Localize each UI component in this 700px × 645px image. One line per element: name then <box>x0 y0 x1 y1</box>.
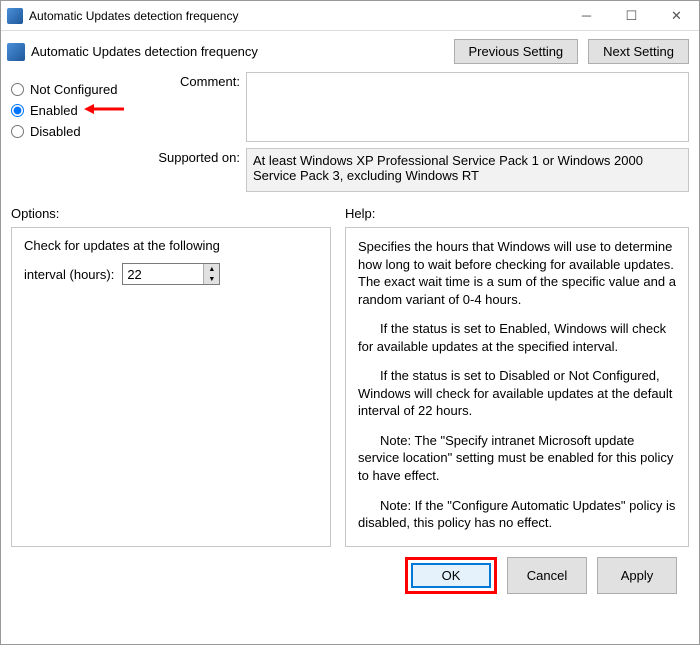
close-button[interactable]: ✕ <box>654 1 699 31</box>
ok-highlight: OK <box>405 557 497 594</box>
interval-label: interval (hours): <box>24 267 114 282</box>
interval-input[interactable] <box>123 264 203 284</box>
options-panel: Check for updates at the following inter… <box>11 227 331 547</box>
spinner-up-icon[interactable]: ▲ <box>204 264 219 274</box>
window-title: Automatic Updates detection frequency <box>29 9 564 23</box>
cancel-button[interactable]: Cancel <box>507 557 587 594</box>
check-updates-label: Check for updates at the following <box>24 238 318 253</box>
radio-not-configured-label: Not Configured <box>30 82 117 97</box>
minimize-button[interactable]: ─ <box>564 1 609 31</box>
dialog-window: Automatic Updates detection frequency ─ … <box>0 0 700 645</box>
radio-disabled-label: Disabled <box>30 124 81 139</box>
titlebar: Automatic Updates detection frequency ─ … <box>1 1 699 31</box>
supported-on-label: Supported on: <box>156 148 246 192</box>
supported-on-value: At least Windows XP Professional Service… <box>246 148 689 192</box>
radio-enabled-input[interactable] <box>11 104 24 117</box>
options-label: Options: <box>11 206 331 221</box>
app-icon <box>7 8 23 24</box>
interval-spinner[interactable]: ▲ ▼ <box>122 263 220 285</box>
apply-button[interactable]: Apply <box>597 557 677 594</box>
help-label: Help: <box>345 206 689 221</box>
previous-setting-button[interactable]: Previous Setting <box>454 39 579 64</box>
help-p2: If the status is set to Enabled, Windows… <box>358 320 676 355</box>
radio-enabled[interactable]: Enabled <box>11 103 156 118</box>
policy-title: Automatic Updates detection frequency <box>31 44 454 59</box>
help-p5: Note: If the "Configure Automatic Update… <box>358 497 676 532</box>
maximize-button[interactable]: ☐ <box>609 1 654 31</box>
arrow-icon <box>84 103 124 118</box>
radio-enabled-label: Enabled <box>30 103 78 118</box>
radio-disabled-input[interactable] <box>11 125 24 138</box>
help-panel: Specifies the hours that Windows will us… <box>345 227 689 547</box>
help-p4: Note: The "Specify intranet Microsoft up… <box>358 432 676 485</box>
ok-button[interactable]: OK <box>411 563 491 588</box>
state-radio-group: Not Configured Enabled Disabled <box>11 72 156 198</box>
radio-disabled[interactable]: Disabled <box>11 124 156 139</box>
comment-label: Comment: <box>156 72 246 142</box>
help-p1: Specifies the hours that Windows will us… <box>358 238 676 308</box>
radio-not-configured[interactable]: Not Configured <box>11 82 156 97</box>
spinner-down-icon[interactable]: ▼ <box>204 274 219 284</box>
next-setting-button[interactable]: Next Setting <box>588 39 689 64</box>
comment-textarea[interactable] <box>246 72 689 142</box>
help-p3: If the status is set to Disabled or Not … <box>358 367 676 420</box>
footer: OK Cancel Apply <box>11 547 689 604</box>
header-row: Automatic Updates detection frequency Pr… <box>1 31 699 68</box>
radio-not-configured-input[interactable] <box>11 83 24 96</box>
policy-icon <box>7 43 25 61</box>
